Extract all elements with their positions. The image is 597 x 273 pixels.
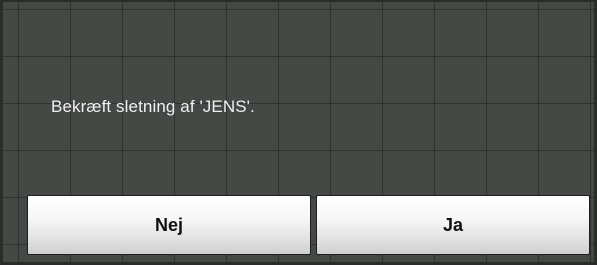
yes-button[interactable]: Ja (316, 195, 590, 255)
no-button[interactable]: Nej (27, 195, 311, 255)
yes-button-label: Ja (442, 214, 464, 235)
no-button-label: Nej (154, 214, 183, 235)
confirmation-message: Bekræft sletning af 'JENS'. (51, 97, 255, 116)
confirm-delete-dialog: Bekræft sletning af 'JENS'. Nej Ja (0, 0, 597, 265)
